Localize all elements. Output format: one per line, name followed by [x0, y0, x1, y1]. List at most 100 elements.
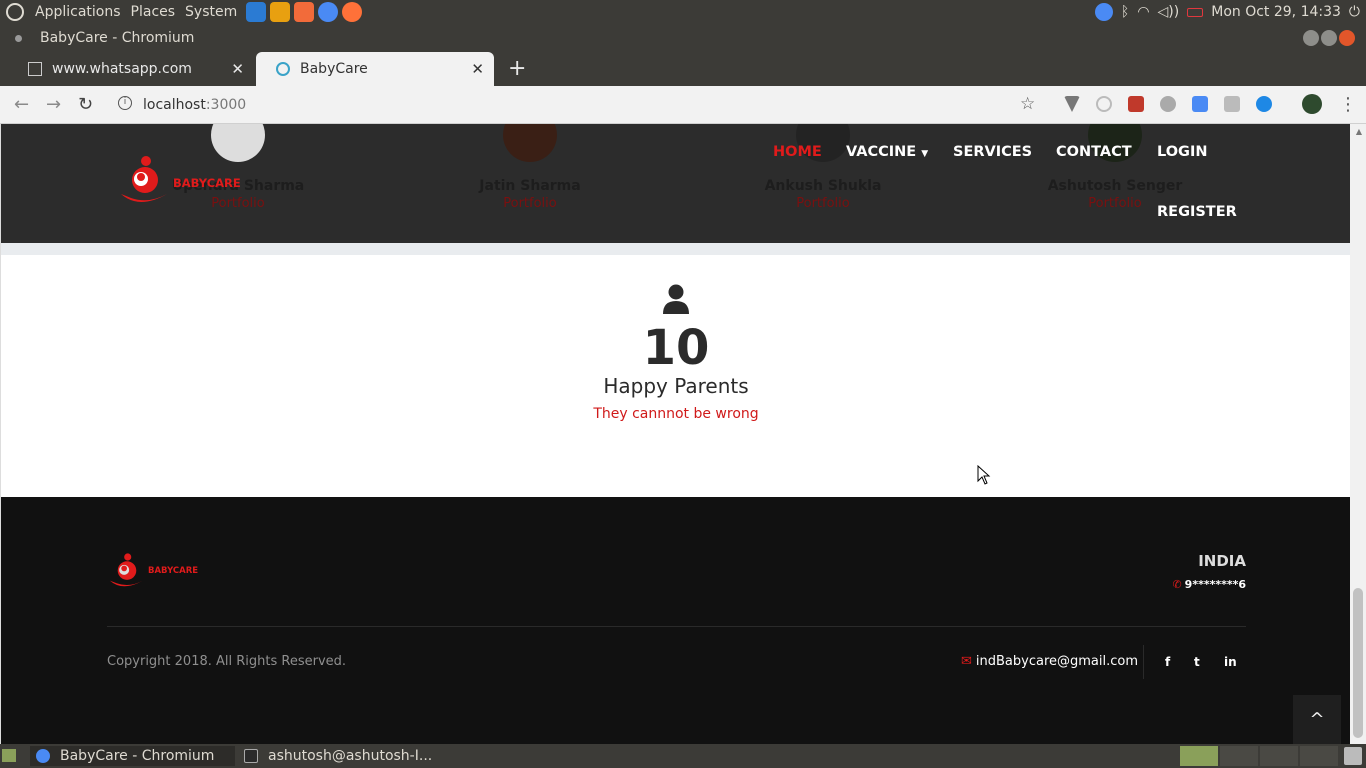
chromium-launcher-icon[interactable] [318, 2, 339, 22]
terminal-icon [244, 749, 258, 763]
workspace-3[interactable] [1260, 746, 1298, 766]
nav-login[interactable]: LOGIN [1157, 144, 1207, 160]
caret-down-icon: ▼ [921, 149, 929, 159]
babycare-logo-icon [121, 156, 167, 202]
avatar [503, 124, 557, 162]
member-name: Ashutosh Senger [1047, 178, 1183, 194]
site-logo[interactable]: BABYCARE [117, 154, 247, 210]
user-icon [663, 284, 689, 314]
battery-icon[interactable] [1187, 7, 1204, 17]
scroll-up-arrow-icon[interactable]: ▲ [1356, 127, 1362, 136]
clock[interactable]: Mon Oct 29, 14:33 [1211, 4, 1341, 20]
window-title: BabyCare - Chromium [40, 30, 195, 46]
nav-vaccine-label: VACCINE [846, 144, 917, 160]
power-icon[interactable]: ⏻ [1349, 4, 1360, 20]
trash-icon[interactable] [1344, 747, 1362, 765]
globe-extension-icon[interactable] [1160, 96, 1176, 112]
chromium-icon [36, 749, 50, 763]
wifi-icon[interactable]: ◠ [1137, 4, 1149, 20]
extension-icon[interactable] [1128, 96, 1144, 112]
envelope-icon: ✉ [961, 654, 972, 669]
counter-label: Happy Parents [603, 374, 749, 398]
footer-email[interactable]: ✉ indBabycare@gmail.com [961, 654, 1138, 669]
address-bar[interactable]: i localhost:3000 [110, 90, 1050, 120]
team-member: Ankush Shukla Portfolio [723, 124, 923, 211]
minimize-button[interactable] [1303, 30, 1319, 46]
angular-extension-icon[interactable] [1224, 96, 1240, 112]
maximize-button[interactable] [1321, 30, 1337, 46]
happy-parents-counter: 10 Happy Parents They cannnot be wrong [1, 284, 1350, 422]
close-tab-icon[interactable]: ✕ [471, 60, 484, 78]
portfolio-link[interactable]: Portfolio [723, 196, 923, 211]
facebook-icon[interactable]: f [1165, 655, 1170, 669]
member-name: Ankush Shukla [764, 178, 882, 194]
team-section: Upendra Sharma Portfolio Jatin Sharma Po… [1, 124, 1350, 243]
places-menu[interactable]: Places [126, 0, 181, 24]
sublime-launcher-icon[interactable] [270, 2, 291, 22]
scrollbar-thumb[interactable] [1353, 588, 1363, 738]
nav-contact[interactable]: CONTACT [1056, 144, 1132, 160]
nav-register[interactable]: REGISTER [1157, 204, 1237, 220]
copyright-text: Copyright 2018. All Rights Reserved. [107, 654, 347, 669]
tab-label: www.whatsapp.com [52, 61, 192, 77]
new-tab-icon[interactable]: + [508, 56, 526, 81]
section-divider [1, 243, 1350, 255]
close-window-button[interactable] [1339, 30, 1355, 46]
workspace-1[interactable] [1180, 746, 1218, 766]
applications-menu[interactable]: Applications [30, 0, 126, 24]
system-top-panel: Applications Places System ᛒ ◠ ◁)) Mon O… [0, 0, 1366, 24]
close-tab-icon[interactable]: ✕ [231, 60, 244, 78]
volume-icon[interactable]: ◁)) [1158, 4, 1180, 20]
google-translate-icon[interactable] [1192, 96, 1208, 112]
workspace-4[interactable] [1300, 746, 1338, 766]
footer-logo[interactable]: BABYCARE [107, 551, 207, 593]
show-desktop-icon[interactable] [2, 749, 16, 762]
profile-avatar[interactable] [1302, 94, 1322, 114]
bookmark-star-icon[interactable]: ☆ [1020, 94, 1035, 114]
twitter-icon[interactable]: t [1194, 655, 1200, 669]
team-member: Ashutosh Senger Portfolio [1015, 124, 1215, 211]
nav-vaccine[interactable]: VACCINE ▼ [846, 144, 928, 160]
footer-phone: ✆ 9********6 [1172, 578, 1246, 591]
portfolio-link[interactable]: Portfolio [430, 196, 630, 211]
linkedin-icon[interactable]: in [1224, 655, 1237, 669]
site-info-icon[interactable]: i [118, 96, 132, 110]
tab-babycare[interactable]: BabyCare ✕ [256, 52, 494, 86]
vscode-launcher-icon[interactable] [246, 2, 267, 22]
postman-launcher-icon[interactable] [294, 2, 315, 22]
extension-icon[interactable] [1096, 96, 1112, 112]
counter-tagline: They cannnot be wrong [593, 406, 759, 422]
team-member: Jatin Sharma Portfolio [430, 124, 630, 211]
vertical-scrollbar[interactable] [1350, 124, 1366, 744]
footer-country: INDIA [1198, 552, 1246, 570]
window-icon [15, 35, 22, 42]
chromium-tray-icon[interactable] [1094, 3, 1113, 21]
task-terminal[interactable]: ashutosh@ashutosh-I... [238, 746, 438, 766]
tab-label: BabyCare [300, 61, 368, 77]
firefox-launcher-icon[interactable] [342, 2, 363, 22]
browser-toolbar: ← → ↻ i localhost:3000 ☆ ⋮ [0, 86, 1366, 124]
extension-icon[interactable] [1256, 96, 1272, 112]
bluetooth-icon[interactable]: ᛒ [1121, 4, 1129, 20]
tab-whatsapp[interactable]: www.whatsapp.com ✕ [8, 52, 254, 86]
menu-kebab-icon[interactable]: ⋮ [1339, 94, 1357, 115]
back-icon[interactable]: ← [14, 94, 29, 115]
workspace-2[interactable] [1220, 746, 1258, 766]
vue-devtools-extension-icon[interactable] [1064, 96, 1080, 112]
forward-icon[interactable]: → [46, 94, 61, 115]
window-titlebar: BabyCare - Chromium [0, 24, 1366, 52]
nav-services[interactable]: SERVICES [953, 144, 1032, 160]
ubuntu-logo-icon[interactable] [6, 3, 24, 21]
chevron-up-icon: ^ [1309, 709, 1325, 730]
footer-divider [107, 626, 1246, 627]
nav-home[interactable]: HOME [773, 144, 822, 160]
site-brand-name: BABYCARE [173, 176, 241, 190]
email-address: indBabycare@gmail.com [975, 654, 1139, 669]
babycare-logo-icon [109, 553, 143, 587]
reload-icon[interactable]: ↻ [78, 94, 93, 115]
task-chromium[interactable]: BabyCare - Chromium [30, 746, 235, 766]
task-label: ashutosh@ashutosh-I... [268, 748, 433, 764]
back-to-top-button[interactable]: ^ [1293, 695, 1341, 744]
member-name: Jatin Sharma [479, 178, 581, 194]
system-menu[interactable]: System [180, 0, 242, 24]
